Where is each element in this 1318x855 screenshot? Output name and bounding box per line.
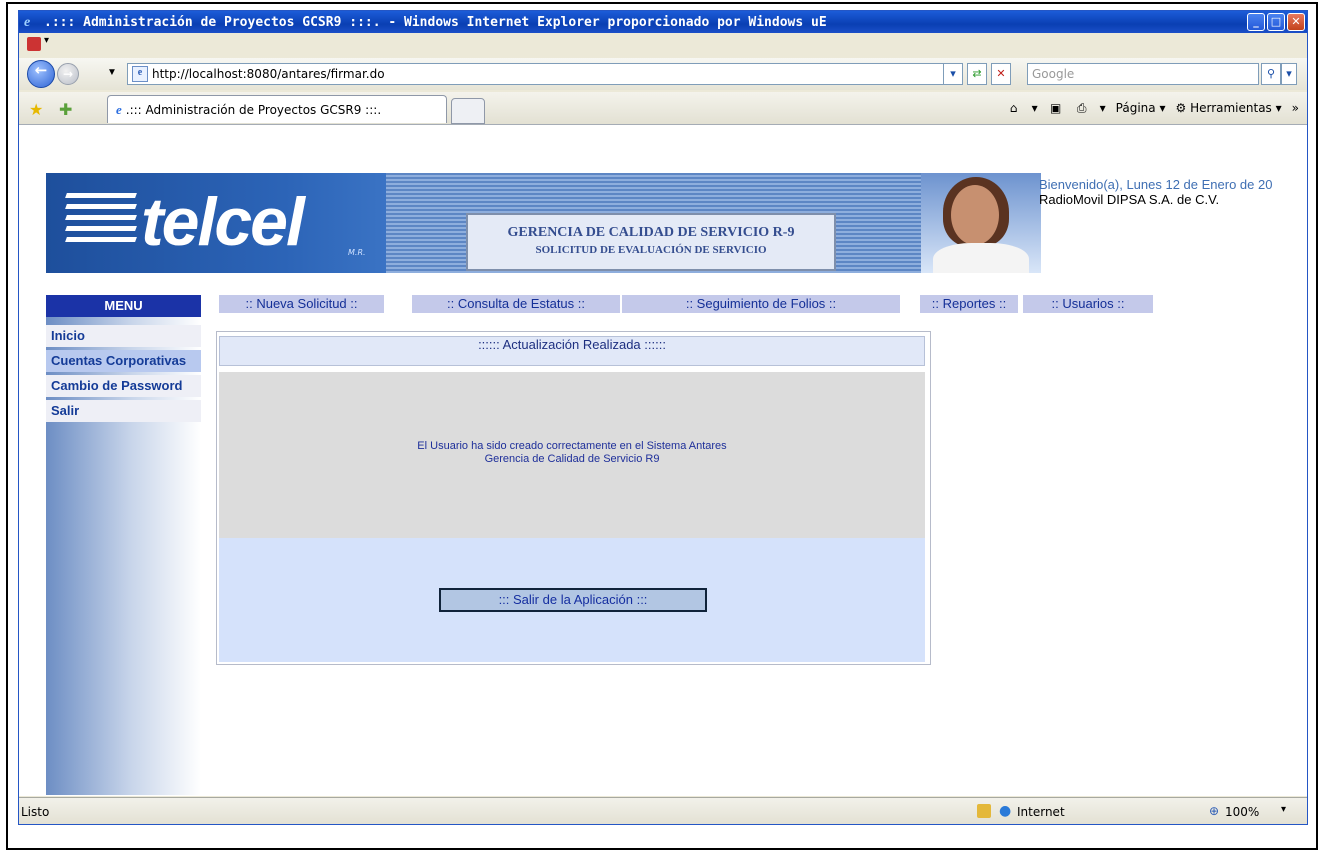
chevron-down-icon[interactable]: ▾ — [1281, 804, 1286, 815]
message-area: El Usuario ha sido creado correctamente … — [219, 372, 925, 538]
page-menu[interactable]: Página ▾ — [1116, 101, 1166, 115]
banner-photo — [921, 173, 1041, 273]
nav-tab-nueva-solicitud[interactable]: :: Nueva Solicitud :: — [218, 295, 384, 313]
sidebar-item-cambio-password[interactable]: Cambio de Password — [46, 375, 201, 397]
search-options-button[interactable]: ▾ — [1281, 63, 1297, 85]
chevron-down-icon[interactable]: ▾ — [44, 35, 49, 46]
refresh-button[interactable]: ⇄ — [967, 63, 987, 85]
minimize-button[interactable]: _ — [1247, 13, 1265, 31]
forward-button[interactable]: → — [57, 63, 79, 85]
status-text: Listo — [21, 805, 50, 819]
ie-tab-icon: e — [116, 101, 122, 117]
more-chevron-icon[interactable]: » — [1292, 101, 1299, 115]
message-line1: El Usuario ha sido creado correctamente … — [417, 440, 727, 452]
security-zone: Internet — [1017, 805, 1065, 819]
window-controls: _ □ ✕ — [1247, 13, 1305, 31]
maximize-button[interactable]: □ — [1267, 13, 1285, 31]
command-bar: ⌂ ▾ ▣ ⎙ ▾ Página ▾ ⚙ Herramientas ▾ » — [1006, 100, 1307, 116]
history-dropdown-icon[interactable]: ▼ — [107, 67, 117, 78]
pdf-addon-icon[interactable] — [27, 37, 41, 51]
title-bar: e .::: Administración de Proyectos GCSR9… — [19, 11, 1307, 33]
window-title: .::: Administración de Proyectos GCSR9 :… — [44, 14, 827, 30]
new-tab-button[interactable] — [451, 98, 485, 124]
tools-menu[interactable]: ⚙ Herramientas ▾ — [1175, 101, 1281, 115]
sidebar-item-inicio[interactable]: Inicio — [46, 325, 201, 347]
globe-icon: ● — [999, 803, 1012, 819]
chevron-down-icon[interactable]: ▾ — [1100, 101, 1106, 115]
zoom-icon[interactable]: ⊕ — [1209, 804, 1219, 818]
nav-tab-usuarios[interactable]: :: Usuarios :: — [1022, 295, 1153, 313]
browser-window: e .::: Administración de Proyectos GCSR9… — [18, 10, 1308, 825]
menu-row: ▾ — [19, 34, 1307, 56]
tab-title: .::: Administración de Proyectos GCSR9 :… — [125, 102, 382, 117]
banner-middle: GERENCIA DE CALIDAD DE SERVICIO R-9 SOLI… — [386, 173, 921, 273]
favorites-star-icon[interactable]: ★ — [29, 100, 43, 120]
header-banner: telcel M.R. GERENCIA DE CALIDAD DE SERVI… — [46, 173, 1041, 273]
logo-trademark: M.R. — [348, 248, 366, 257]
banner-title-line2: SOLICITUD DE EVALUACIÓN DE SERVICIO — [535, 244, 767, 256]
logo-wordmark: telcel — [141, 184, 305, 260]
company-name: RadioMovil DIPSA S.A. de C.V. — [1039, 192, 1220, 207]
url-text: http://localhost:8080/antares/firmar.do — [152, 67, 385, 81]
back-button[interactable]: ← — [27, 60, 55, 88]
search-input[interactable]: Google — [1027, 63, 1259, 85]
address-row: ← → ▼ e http://localhost:8080/antares/fi… — [19, 58, 1307, 90]
page-content: telcel M.R. GERENCIA DE CALIDAD DE SERVI… — [19, 125, 1307, 796]
status-bar: Listo ● Internet ⊕ 100% ▾ — [19, 797, 1307, 824]
banner-title-box: GERENCIA DE CALIDAD DE SERVICIO R-9 SOLI… — [466, 213, 836, 271]
nav-tab-consulta-estatus[interactable]: :: Consulta de Estatus :: — [411, 295, 620, 313]
add-favorite-icon[interactable]: ✚ — [59, 100, 72, 120]
nav-tab-reportes[interactable]: :: Reportes :: — [919, 295, 1018, 313]
page-icon: e — [132, 66, 148, 82]
action-area: ::: Salir de la Aplicación ::: — [219, 538, 925, 662]
stop-button[interactable]: ✕ — [991, 63, 1011, 85]
close-button[interactable]: ✕ — [1287, 13, 1305, 31]
feeds-icon[interactable]: ▣ — [1048, 100, 1064, 116]
result-panel: :::::: Actualización Realizada :::::: El… — [216, 331, 931, 665]
address-bar[interactable]: e http://localhost:8080/antares/firmar.d… — [127, 63, 963, 85]
chevron-down-icon[interactable]: ▾ — [1032, 101, 1038, 115]
tools-menu-label: Herramientas — [1190, 101, 1272, 115]
search-icon[interactable]: ⚲ — [1261, 63, 1281, 85]
telcel-logo: telcel M.R. — [46, 173, 386, 273]
protected-mode-icon[interactable] — [977, 804, 991, 818]
sidebar: MENU Inicio Cuentas Corporativas Cambio … — [46, 295, 201, 795]
result-header: :::::: Actualización Realizada :::::: — [219, 336, 925, 366]
zoom-level[interactable]: 100% — [1225, 805, 1259, 819]
sidebar-item-salir[interactable]: Salir — [46, 400, 201, 422]
sidebar-item-cuentas-corporativas[interactable]: Cuentas Corporativas — [46, 350, 201, 372]
exit-application-button[interactable]: ::: Salir de la Aplicación ::: — [439, 588, 707, 612]
sidebar-header: MENU — [46, 295, 201, 317]
banner-title-line1: GERENCIA DE CALIDAD DE SERVICIO R-9 — [507, 225, 795, 240]
logo-stripes-icon — [65, 193, 137, 253]
home-icon[interactable]: ⌂ — [1006, 100, 1022, 116]
welcome-date: Bienvenido(a), Lunes 12 de Enero de 20 — [1039, 177, 1273, 192]
page-menu-label: Página — [1115, 101, 1156, 115]
print-icon[interactable]: ⎙ — [1074, 100, 1090, 116]
address-dropdown-button[interactable]: ▾ — [943, 63, 963, 85]
tab-current[interactable]: e .::: Administración de Proyectos GCSR9… — [107, 95, 447, 123]
nav-tab-seguimiento-folios[interactable]: :: Seguimiento de Folios :: — [621, 295, 900, 313]
ie-logo-icon: e — [24, 15, 31, 30]
tab-row: ★ ✚ e .::: Administración de Proyectos G… — [19, 92, 1307, 125]
welcome-text: Bienvenido(a), Lunes 12 de Enero de 20 R… — [1039, 177, 1272, 207]
message-line2: Gerencia de Calidad de Servicio R9 — [484, 453, 660, 465]
